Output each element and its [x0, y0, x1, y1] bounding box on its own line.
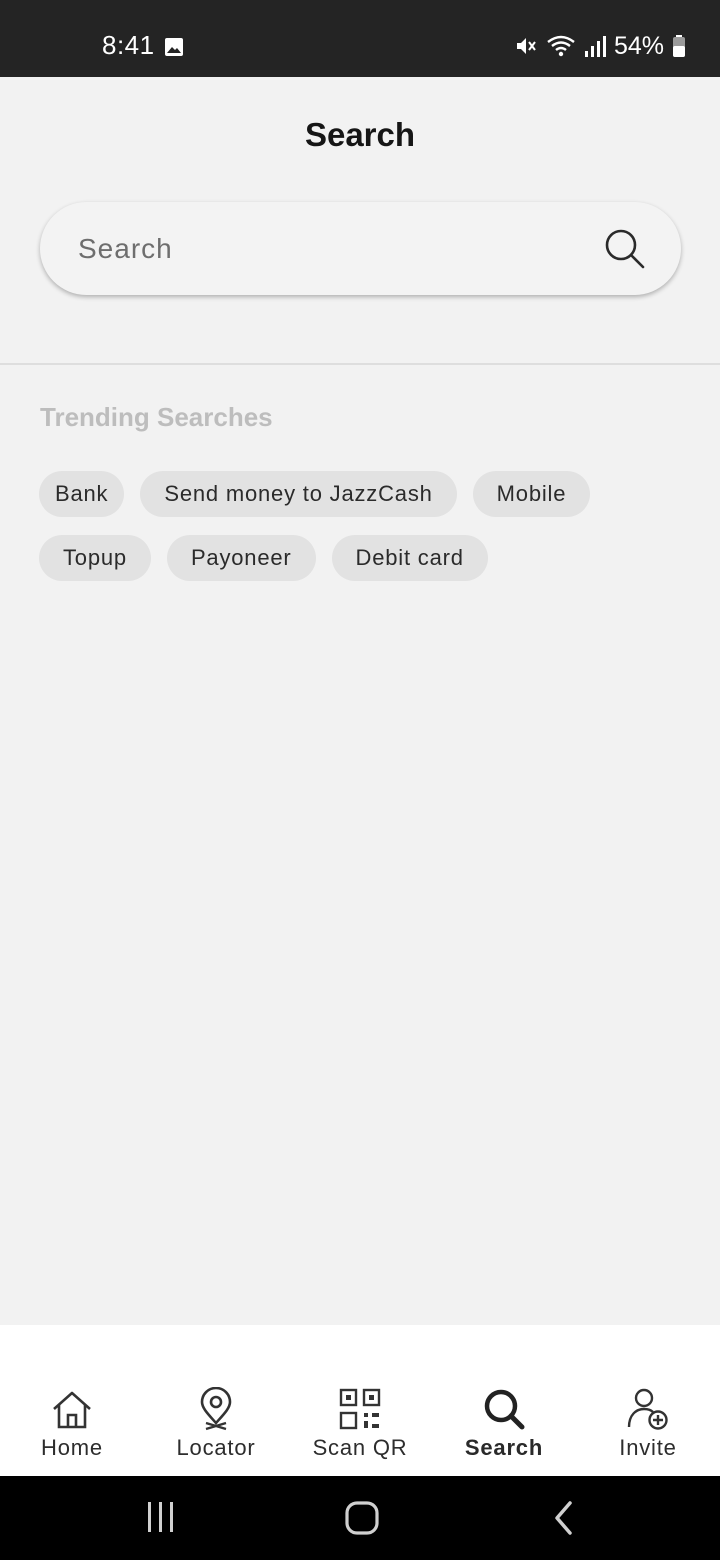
status-time: 8:41: [102, 30, 155, 60]
nav-label: Scan QR: [312, 1435, 408, 1460]
page-title: Search: [304, 116, 416, 153]
nav-item-invite[interactable]: Invite: [576, 1325, 720, 1476]
search-icon[interactable]: [603, 227, 647, 271]
search-bar[interactable]: [40, 202, 681, 295]
signal-icon: [584, 36, 606, 57]
section-divider: [0, 363, 720, 365]
nav-label: Search: [464, 1435, 544, 1460]
trending-chip[interactable]: Bank: [39, 471, 125, 517]
nav-label: Home: [41, 1435, 103, 1460]
nav-item-search[interactable]: Search: [432, 1325, 576, 1476]
trending-chip[interactable]: Payoneer: [166, 535, 316, 581]
back-icon[interactable]: [552, 1498, 576, 1538]
recent-apps-icon[interactable]: [146, 1498, 176, 1538]
battery-icon: [673, 35, 685, 57]
nav-label: Locator: [176, 1435, 256, 1460]
nav-label: Invite: [619, 1435, 677, 1460]
add-user-icon: [627, 1388, 668, 1430]
system-navigation-bar: [0, 1476, 720, 1560]
nav-item-locator[interactable]: Locator: [144, 1325, 288, 1476]
status-icons: 54%: [514, 30, 686, 62]
location-pin-icon: [200, 1387, 232, 1431]
trending-chip[interactable]: Mobile: [472, 471, 591, 517]
nav-item-scan-qr[interactable]: Scan QR: [288, 1325, 432, 1476]
home-button-icon[interactable]: [344, 1498, 380, 1538]
search-icon: [484, 1389, 525, 1430]
status-bar: 8:41 54%: [0, 0, 720, 77]
trending-chip[interactable]: Send money to JazzCash: [140, 471, 457, 517]
bottom-navigation: Home Locator Scan QR Search Invite: [0, 1325, 720, 1476]
app-screen: 8:41 54% Search Search Trending Searches…: [0, 0, 720, 1560]
trending-chip[interactable]: Debit card: [331, 535, 488, 581]
home-icon: [53, 1391, 91, 1429]
image-icon: [165, 38, 183, 56]
qr-code-icon: [339, 1388, 381, 1430]
trending-chips: Bank Send money to JazzCash Mobile Topup…: [39, 471, 679, 581]
mute-icon: [516, 38, 536, 54]
nav-item-home[interactable]: Home: [0, 1325, 144, 1476]
search-input[interactable]: [40, 202, 603, 295]
trending-searches-title: Trending Searches: [40, 402, 273, 432]
battery-percentage: 54%: [613, 31, 664, 60]
trending-chip[interactable]: Topup: [39, 535, 151, 581]
wifi-icon: [547, 35, 575, 57]
